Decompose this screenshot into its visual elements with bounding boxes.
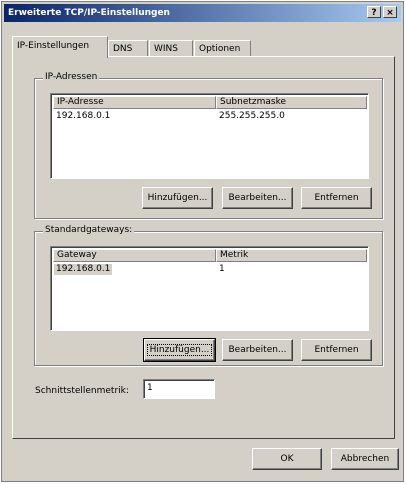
column-header-metric[interactable]: Metrik (216, 249, 367, 262)
ok-button-label: OK (280, 454, 294, 464)
gateway-edit-button[interactable]: Bearbeiten... (222, 339, 293, 361)
tab-options[interactable]: Optionen (194, 40, 251, 57)
tab-ip-settings[interactable]: IP-Einstellungen (12, 36, 108, 58)
ip-add-button[interactable]: Hinzufügen... (142, 187, 213, 209)
subnet-mask-cell[interactable]: 255.255.255.0 (219, 111, 285, 122)
metric-cell[interactable]: 1 (219, 264, 225, 275)
gateway-add-button[interactable]: Hinzufügen... (143, 338, 216, 362)
title-bar[interactable]: Erweiterte TCP/IP-Einstellungen ? × (4, 4, 401, 22)
gateway-add-button-label: Hinzufügen... (146, 344, 213, 356)
ip-address-cell[interactable]: 192.168.0.1 (56, 111, 110, 122)
tab-wins[interactable]: WINS (149, 40, 193, 57)
column-header-subnet-mask[interactable]: Subnetzmaske (216, 96, 367, 109)
tab-panel: IP-Adressen IP-Adresse Subnetzmaske 192.… (12, 56, 395, 439)
gateway-remove-button[interactable]: Entfernen (301, 339, 372, 361)
ip-edit-button[interactable]: Bearbeiten... (222, 187, 293, 209)
column-header-ip-address[interactable]: IP-Adresse (53, 96, 216, 109)
ip-remove-button-label: Entfernen (314, 193, 359, 203)
gateway-cell[interactable]: 192.168.0.1 (54, 264, 113, 275)
gateway-remove-button-label: Entfernen (314, 345, 359, 355)
ip-addresses-group-title: IP-Adressen (43, 72, 100, 82)
window-title: Erweiterte TCP/IP-Einstellungen (8, 8, 170, 18)
tab-dns[interactable]: DNS (108, 40, 148, 57)
gateway-edit-button-label: Bearbeiten... (228, 345, 287, 355)
interface-metric-label: Schnittstellenmetrik: (35, 386, 129, 396)
cancel-button-label: Abbrechen (340, 454, 390, 464)
gateways-group: Standardgateways: Gateway Metrik 192.168… (34, 225, 383, 366)
interface-metric-input[interactable]: 1 (143, 379, 215, 399)
dialog-window: Erweiterte TCP/IP-Einstellungen ? × IP-E… (1, 1, 404, 482)
gateway-list[interactable]: Gateway Metrik 192.168.0.1 1 (50, 246, 369, 331)
gateways-group-title: Standardgateways: (43, 225, 135, 235)
column-header-gateway[interactable]: Gateway (53, 249, 216, 262)
ip-remove-button[interactable]: Entfernen (301, 187, 372, 209)
help-button[interactable]: ? (367, 6, 381, 18)
ip-edit-button-label: Bearbeiten... (228, 193, 287, 203)
ip-address-list[interactable]: IP-Adresse Subnetzmaske 192.168.0.1 255.… (50, 93, 369, 179)
ok-button[interactable]: OK (252, 448, 322, 470)
ip-add-button-label: Hinzufügen... (147, 193, 208, 203)
ip-addresses-group: IP-Adressen IP-Adresse Subnetzmaske 192.… (34, 72, 383, 219)
cancel-button[interactable]: Abbrechen (331, 448, 399, 470)
close-button[interactable]: × (383, 6, 397, 18)
